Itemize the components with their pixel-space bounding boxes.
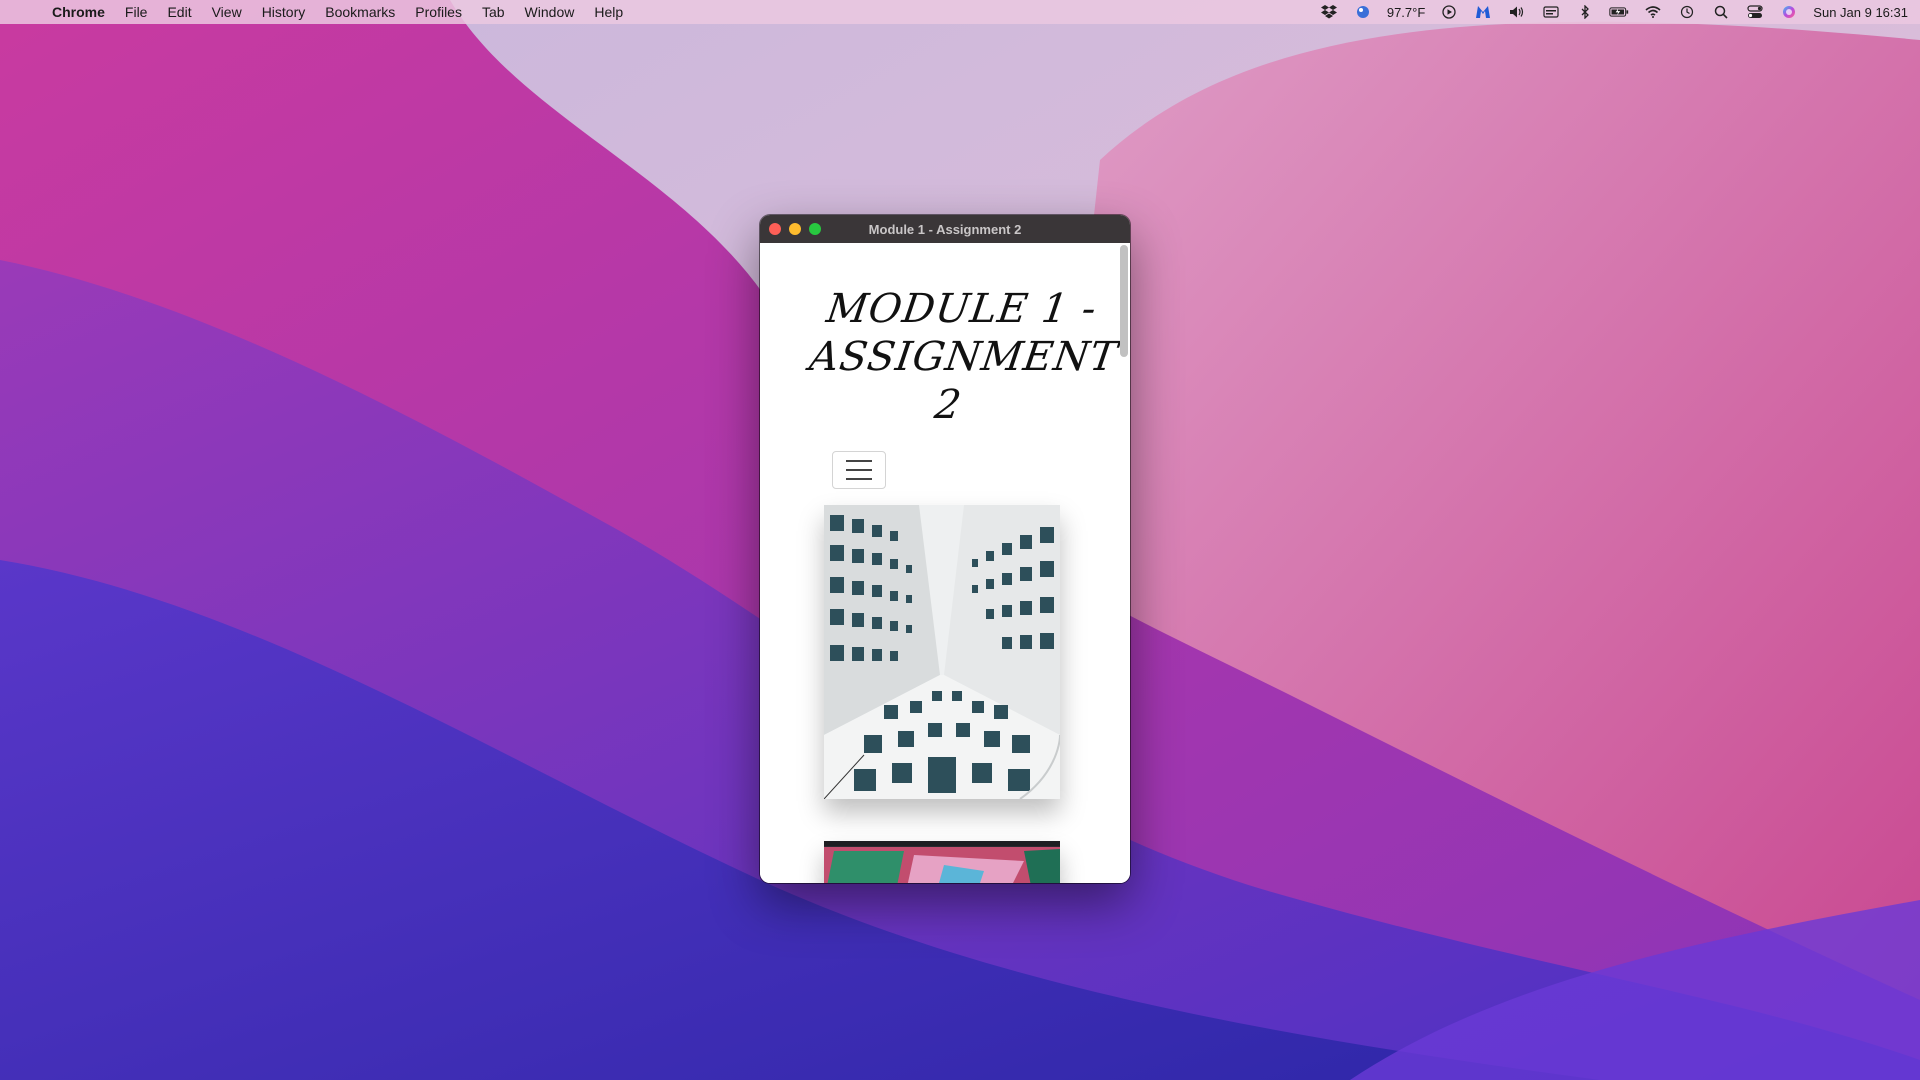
dropbox-icon[interactable] — [1319, 3, 1339, 21]
page-scrollbar[interactable] — [1120, 245, 1128, 877]
menu-bookmarks[interactable]: Bookmarks — [315, 4, 405, 20]
page-heading: MODULE 1 - ASSIGNMENT 2 — [806, 286, 1121, 428]
hamburger-bar-icon — [846, 469, 872, 471]
menu-view[interactable]: View — [202, 4, 252, 20]
nav-toggle-button[interactable] — [832, 451, 886, 489]
menu-help[interactable]: Help — [584, 4, 633, 20]
battery-icon[interactable] — [1609, 3, 1629, 21]
page-content[interactable]: MODULE 1 - ASSIGNMENT 2 — [760, 243, 1130, 883]
menu-tab[interactable]: Tab — [472, 4, 515, 20]
close-window-button[interactable] — [769, 223, 781, 235]
keyboard-layout-icon[interactable] — [1541, 3, 1561, 21]
spotlight-search-icon[interactable] — [1711, 3, 1731, 21]
time-machine-icon[interactable] — [1677, 3, 1697, 21]
play-icon[interactable] — [1439, 3, 1459, 21]
volume-icon[interactable] — [1507, 3, 1527, 21]
scrollbar-thumb[interactable] — [1120, 245, 1128, 357]
hamburger-bar-icon — [846, 478, 872, 480]
menu-edit[interactable]: Edit — [157, 4, 201, 20]
control-center-icon[interactable] — [1745, 3, 1765, 21]
building-photo — [824, 505, 1060, 799]
malwarebytes-icon[interactable] — [1473, 3, 1493, 21]
weather-temperature[interactable]: 97.7°F — [1387, 5, 1425, 20]
siri-icon[interactable] — [1779, 3, 1799, 21]
bluetooth-icon[interactable] — [1575, 3, 1595, 21]
hamburger-bar-icon — [846, 460, 872, 462]
menu-clock[interactable]: Sun Jan 9 16:31 — [1813, 5, 1908, 20]
menu-file[interactable]: File — [115, 4, 158, 20]
minimize-window-button[interactable] — [789, 223, 801, 235]
menu-app-name[interactable]: Chrome — [42, 4, 115, 20]
menu-profiles[interactable]: Profiles — [405, 4, 472, 20]
graffiti-photo — [824, 841, 1060, 883]
browser-window: Module 1 - Assignment 2 MODULE 1 - ASSIG… — [760, 215, 1130, 883]
weather-icon[interactable] — [1353, 3, 1373, 21]
menu-bar: Chrome File Edit View History Bookmarks … — [0, 0, 1920, 24]
zoom-window-button[interactable] — [809, 223, 821, 235]
menu-window[interactable]: Window — [515, 4, 585, 20]
menu-history[interactable]: History — [252, 4, 316, 20]
window-titlebar[interactable]: Module 1 - Assignment 2 — [760, 215, 1130, 243]
wifi-icon[interactable] — [1643, 3, 1663, 21]
